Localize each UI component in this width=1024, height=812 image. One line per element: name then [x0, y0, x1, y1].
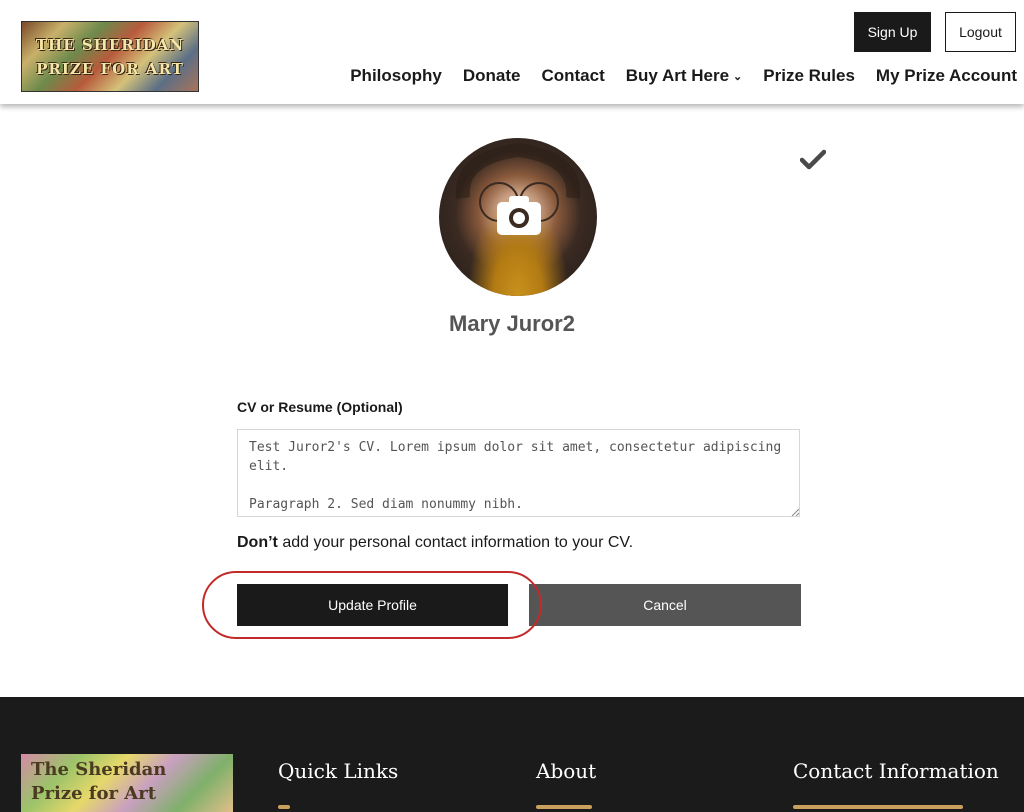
- camera-icon[interactable]: [496, 194, 542, 236]
- nav-donate[interactable]: Donate: [463, 66, 521, 86]
- cv-note-emphasis: Don’t: [237, 534, 278, 551]
- footer-logo[interactable]: The Sheridan Prize for Art: [21, 754, 233, 812]
- footer-heading-contact-information: Contact Information: [793, 759, 999, 783]
- cv-label: CV or Resume (Optional): [237, 399, 403, 415]
- footer-link[interactable]: [278, 805, 290, 809]
- chevron-down-icon: ⌄: [733, 70, 743, 83]
- nav-my-prize-account[interactable]: My Prize Account: [876, 66, 1017, 86]
- cancel-button[interactable]: Cancel: [529, 584, 801, 626]
- footer-heading-about: About: [536, 759, 597, 783]
- nav-prize-rules[interactable]: Prize Rules: [763, 66, 855, 86]
- profile-name: Mary Juror2: [449, 311, 575, 336]
- nav-buy-art-here-label: Buy Art Here: [625, 66, 730, 85]
- footer-logo-text: The Sheridan Prize for Art: [31, 759, 167, 804]
- nav-buy-art-here[interactable]: Buy Art Here ⌄: [626, 66, 743, 86]
- main-nav: Philosophy Donate Contact Buy Art Here ⌄…: [350, 66, 1017, 86]
- logo-text: THE SHERIDAN PRIZE FOR ART: [35, 35, 185, 78]
- cv-note: Don’t add your personal contact informat…: [237, 534, 633, 552]
- site-logo[interactable]: THE SHERIDAN PRIZE FOR ART: [21, 21, 199, 92]
- site-header: THE SHERIDAN PRIZE FOR ART Sign Up Logou…: [0, 0, 1024, 104]
- sign-up-button[interactable]: Sign Up: [854, 12, 931, 52]
- update-profile-button[interactable]: Update Profile: [237, 584, 508, 626]
- footer-link[interactable]: [793, 805, 963, 809]
- cv-textarea[interactable]: Test Juror2's CV. Lorem ipsum dolor sit …: [237, 429, 800, 517]
- nav-contact[interactable]: Contact: [541, 66, 604, 86]
- cv-note-text: add your personal contact information to…: [277, 534, 634, 551]
- logout-button[interactable]: Logout: [945, 12, 1016, 52]
- footer-heading-quick-links: Quick Links: [278, 759, 399, 783]
- site-footer: The Sheridan Prize for Art Quick Links A…: [0, 697, 1024, 812]
- checkmark-icon[interactable]: [800, 146, 826, 172]
- nav-philosophy[interactable]: Philosophy: [350, 66, 442, 86]
- resize-grip-icon[interactable]: [791, 508, 799, 516]
- footer-link[interactable]: [536, 805, 592, 809]
